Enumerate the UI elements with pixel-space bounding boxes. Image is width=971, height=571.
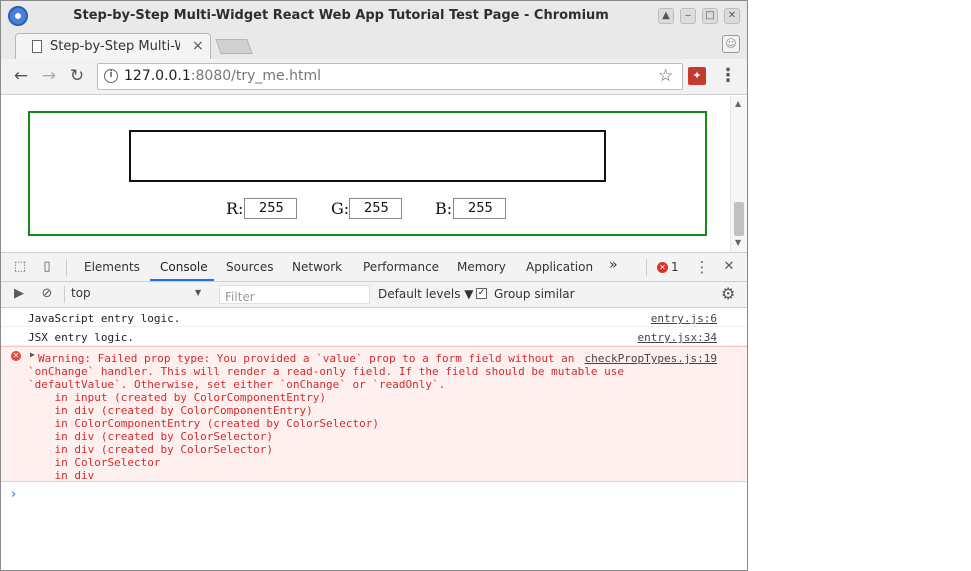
- message-source-link[interactable]: entry.js:6: [651, 312, 717, 325]
- error-line: in div: [28, 469, 95, 482]
- minimize-icon[interactable]: ‒: [680, 8, 696, 24]
- message-text: JSX entry logic.: [28, 331, 134, 344]
- maximize-icon[interactable]: □: [702, 8, 718, 24]
- tab-elements[interactable]: Elements: [84, 260, 140, 274]
- console-toolbar: ▶ ⊘ top ▼ Default levels ▼ ✓ Group simil…: [1, 282, 747, 308]
- console-message: JavaScript entry logic. entry.js:6: [1, 308, 747, 327]
- divider: [64, 286, 65, 303]
- error-line: Warning: Failed prop type: You provided …: [38, 352, 575, 365]
- scroll-up-icon[interactable]: ▲: [735, 99, 741, 108]
- browser-menu-icon[interactable]: ⋮: [719, 64, 737, 88]
- url-path: :8080/try_me.html: [190, 68, 321, 84]
- active-tab-indicator: [150, 279, 214, 281]
- divider: [646, 259, 647, 276]
- error-line: in ColorComponentEntry (created by Color…: [28, 417, 379, 430]
- show-sidebar-icon[interactable]: ▶: [11, 286, 27, 302]
- tab-memory[interactable]: Memory: [457, 260, 506, 274]
- address-bar[interactable]: i 127.0.0.1:8080/try_me.html ☆: [97, 63, 683, 90]
- browser-toolbar: ← → ↻ i 127.0.0.1:8080/try_me.html ☆ ✦ ⋮: [1, 59, 747, 95]
- color-entry-g-input[interactable]: [349, 198, 402, 219]
- tab-try-me[interactable]: Step-by-Step Multi-W ×: [15, 33, 211, 59]
- color-entry-label: B:: [435, 199, 453, 218]
- browser-window: Step-by-Step Multi-Widget React Web App …: [0, 0, 748, 571]
- scroll-down-icon[interactable]: ▼: [735, 238, 741, 247]
- expand-triangle-icon[interactable]: ▶: [30, 350, 35, 359]
- error-line: in input (created by ColorComponentEntry…: [28, 391, 327, 404]
- page-viewport: R: G: B: ▲ ▼: [1, 96, 747, 252]
- url-text[interactable]: 127.0.0.1:8080/try_me.html: [124, 68, 321, 84]
- error-line: `defaultValue`. Otherwise, set either `o…: [28, 378, 446, 391]
- color-entry-b-input[interactable]: [453, 198, 506, 219]
- tab-close-icon[interactable]: ×: [192, 38, 204, 54]
- console-message: JSX entry logic. entry.jsx:34: [1, 327, 747, 346]
- error-badge-icon[interactable]: ✕: [657, 262, 668, 273]
- console-prompt[interactable]: ›: [11, 487, 16, 502]
- message-text: JavaScript entry logic.: [28, 312, 181, 325]
- inspect-element-icon[interactable]: ⬚: [12, 259, 28, 275]
- scroll-thumb[interactable]: [734, 202, 744, 236]
- console-error-message: ✕ ▶ checkPropTypes.js:19 Warning: Failed…: [1, 346, 747, 482]
- tab-sources[interactable]: Sources: [226, 260, 273, 274]
- color-entry-label: G:: [331, 199, 350, 218]
- devtools-panel: ⬚ ▯ Elements Console Sources Network Per…: [1, 252, 747, 570]
- page-scrollbar[interactable]: ▲ ▼: [730, 96, 747, 252]
- new-tab-button[interactable]: [215, 39, 253, 54]
- window-close-icon[interactable]: ✕: [724, 8, 740, 24]
- tab-title: Step-by-Step Multi-W: [50, 39, 180, 54]
- more-tabs-icon[interactable]: »: [609, 257, 618, 273]
- error-source-link[interactable]: checkPropTypes.js:19: [585, 352, 717, 365]
- window-title: Step-by-Step Multi-Widget React Web App …: [73, 8, 609, 23]
- tab-strip: Step-by-Step Multi-W × ☺: [1, 31, 747, 59]
- error-icon: ✕: [11, 351, 21, 361]
- devtools-menu-icon[interactable]: ⋮: [694, 259, 710, 275]
- forward-button[interactable]: →: [38, 65, 60, 87]
- profile-icon[interactable]: ☺: [722, 35, 740, 53]
- filter-input[interactable]: [220, 288, 369, 306]
- console-output: JavaScript entry logic. entry.js:6 JSX e…: [1, 308, 747, 570]
- context-value: top: [71, 286, 91, 300]
- error-count[interactable]: 1: [671, 260, 679, 274]
- error-line: in div (created by ColorComponentEntry): [28, 404, 313, 417]
- devtools-close-icon[interactable]: ✕: [721, 259, 737, 275]
- tab-application[interactable]: Application: [526, 260, 593, 274]
- color-selector: R: G: B:: [28, 111, 707, 236]
- chevron-down-icon: ▼: [195, 288, 202, 297]
- gear-icon[interactable]: ⚙: [721, 284, 735, 303]
- tab-performance[interactable]: Performance: [363, 260, 439, 274]
- info-icon[interactable]: i: [104, 69, 118, 83]
- error-line: in ColorSelector: [28, 456, 161, 469]
- message-source-link[interactable]: entry.jsx:34: [638, 331, 717, 344]
- group-similar-checkbox[interactable]: ✓: [476, 288, 487, 299]
- error-line: in div (created by ColorSelector): [28, 430, 274, 443]
- error-line: in div (created by ColorSelector): [28, 443, 274, 456]
- clear-console-icon[interactable]: ⊘: [39, 286, 55, 302]
- devtools-tab-bar: ⬚ ▯ Elements Console Sources Network Per…: [1, 253, 747, 282]
- color-entry-r-input[interactable]: [244, 198, 297, 219]
- context-select[interactable]: top ▼: [71, 286, 209, 304]
- group-similar-label[interactable]: Group similar: [494, 287, 575, 301]
- back-button[interactable]: ←: [10, 65, 32, 87]
- title-bar: Step-by-Step Multi-Widget React Web App …: [1, 1, 747, 31]
- tab-console[interactable]: Console: [160, 260, 208, 274]
- device-toolbar-icon[interactable]: ▯: [39, 259, 55, 275]
- document-icon: [32, 40, 42, 53]
- bookmark-star-icon[interactable]: ☆: [658, 66, 673, 86]
- color-swatch: [129, 130, 606, 182]
- divider: [66, 259, 67, 276]
- color-entry-label: R:: [226, 199, 244, 218]
- tab-network[interactable]: Network: [292, 260, 342, 274]
- reload-button[interactable]: ↻: [66, 65, 88, 87]
- extension-icon[interactable]: ✦: [688, 67, 706, 85]
- error-line: `onChange` handler. This will render a r…: [28, 365, 625, 378]
- default-levels-dropdown[interactable]: Default levels ▼: [378, 287, 474, 301]
- window-up-icon[interactable]: ▲: [658, 8, 674, 24]
- url-host: 127.0.0.1: [124, 68, 191, 84]
- filter-field[interactable]: [219, 285, 370, 306]
